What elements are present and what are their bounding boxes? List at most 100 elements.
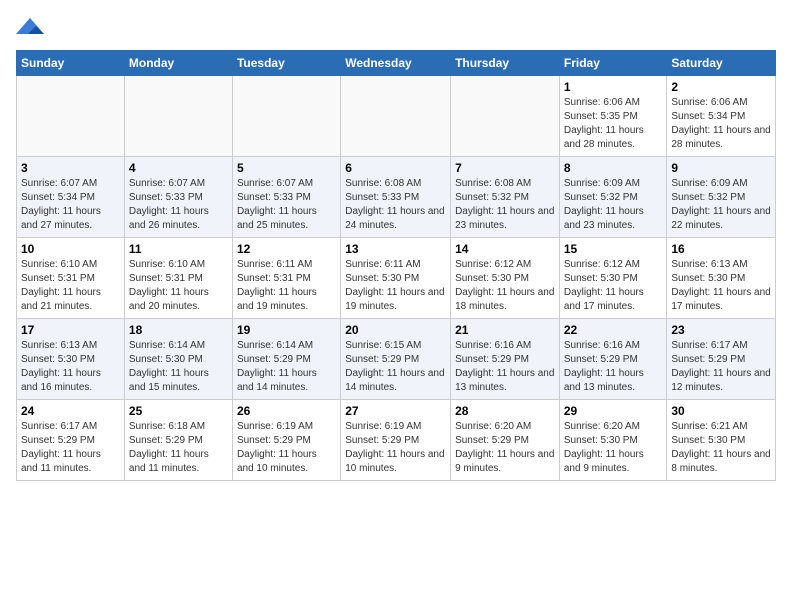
calendar-day-cell	[17, 76, 125, 157]
day-info: Sunrise: 6:09 AMSunset: 5:32 PMDaylight:…	[564, 178, 644, 231]
day-info: Sunrise: 6:19 AMSunset: 5:29 PMDaylight:…	[237, 421, 317, 474]
day-info: Sunrise: 6:17 AMSunset: 5:29 PMDaylight:…	[671, 340, 770, 393]
calendar-day-cell: 25 Sunrise: 6:18 AMSunset: 5:29 PMDayligh…	[124, 400, 232, 481]
day-number: 28	[455, 404, 555, 418]
calendar-week-row: 10 Sunrise: 6:10 AMSunset: 5:31 PMDayligh…	[17, 238, 776, 319]
calendar-day-cell: 9 Sunrise: 6:09 AMSunset: 5:32 PMDaylight…	[667, 157, 776, 238]
day-number: 27	[345, 404, 446, 418]
day-info: Sunrise: 6:09 AMSunset: 5:32 PMDaylight:…	[671, 178, 770, 231]
weekday-header-friday: Friday	[559, 51, 667, 76]
weekday-header-tuesday: Tuesday	[232, 51, 340, 76]
day-number: 24	[21, 404, 120, 418]
day-number: 3	[21, 161, 120, 175]
calendar-day-cell: 11 Sunrise: 6:10 AMSunset: 5:31 PMDayligh…	[124, 238, 232, 319]
day-info: Sunrise: 6:16 AMSunset: 5:29 PMDaylight:…	[564, 340, 644, 393]
calendar-day-cell: 22Sunrise: 6:16 AMSunset: 5:29 PMDayligh…	[559, 319, 667, 400]
day-info: Sunrise: 6:14 AMSunset: 5:29 PMDaylight:…	[237, 340, 317, 393]
calendar-day-cell	[451, 76, 560, 157]
day-info: Sunrise: 6:20 AMSunset: 5:30 PMDaylight:…	[564, 421, 644, 474]
day-number: 10	[21, 242, 120, 256]
day-info: Sunrise: 6:07 AMSunset: 5:33 PMDaylight:…	[129, 178, 209, 231]
day-number: 2	[671, 80, 771, 94]
day-info: Sunrise: 6:19 AMSunset: 5:29 PMDaylight:…	[345, 421, 444, 474]
day-info: Sunrise: 6:20 AMSunset: 5:29 PMDaylight:…	[455, 421, 554, 474]
day-info: Sunrise: 6:06 AMSunset: 5:35 PMDaylight:…	[564, 97, 644, 150]
day-number: 13	[345, 242, 446, 256]
day-info: Sunrise: 6:08 AMSunset: 5:33 PMDaylight:…	[345, 178, 444, 231]
day-number: 30	[671, 404, 771, 418]
day-number: 1	[564, 80, 663, 94]
calendar-day-cell: 3Sunrise: 6:07 AMSunset: 5:34 PMDaylight…	[17, 157, 125, 238]
day-info: Sunrise: 6:12 AMSunset: 5:30 PMDaylight:…	[564, 259, 644, 312]
calendar-day-cell: 30 Sunrise: 6:21 AMSunset: 5:30 PMDayligh…	[667, 400, 776, 481]
calendar-day-cell: 6 Sunrise: 6:08 AMSunset: 5:33 PMDaylight…	[341, 157, 451, 238]
day-number: 21	[455, 323, 555, 337]
calendar-week-row: 24Sunrise: 6:17 AMSunset: 5:29 PMDayligh…	[17, 400, 776, 481]
logo-icon	[16, 16, 44, 38]
day-number: 6	[345, 161, 446, 175]
calendar-day-cell: 8Sunrise: 6:09 AMSunset: 5:32 PMDaylight…	[559, 157, 667, 238]
day-number: 20	[345, 323, 446, 337]
calendar-day-cell: 16Sunrise: 6:13 AMSunset: 5:30 PMDayligh…	[667, 238, 776, 319]
day-number: 4	[129, 161, 228, 175]
calendar-day-cell: 10 Sunrise: 6:10 AMSunset: 5:31 PMDayligh…	[17, 238, 125, 319]
calendar-day-cell: 17 Sunrise: 6:13 AMSunset: 5:30 PMDayligh…	[17, 319, 125, 400]
calendar-day-cell: 21 Sunrise: 6:16 AMSunset: 5:29 PMDayligh…	[451, 319, 560, 400]
calendar-day-cell: 5 Sunrise: 6:07 AMSunset: 5:33 PMDaylight…	[232, 157, 340, 238]
calendar-day-cell: 12 Sunrise: 6:11 AMSunset: 5:31 PMDayligh…	[232, 238, 340, 319]
day-number: 16	[671, 242, 771, 256]
day-number: 11	[129, 242, 228, 256]
weekday-header-monday: Monday	[124, 51, 232, 76]
day-info: Sunrise: 6:11 AMSunset: 5:31 PMDaylight:…	[237, 259, 317, 312]
day-info: Sunrise: 6:08 AMSunset: 5:32 PMDaylight:…	[455, 178, 554, 231]
calendar-day-cell: 2Sunrise: 6:06 AMSunset: 5:34 PMDaylight…	[667, 76, 776, 157]
calendar-day-cell: 19Sunrise: 6:14 AMSunset: 5:29 PMDayligh…	[232, 319, 340, 400]
page-header	[16, 16, 776, 38]
calendar-day-cell: 28 Sunrise: 6:20 AMSunset: 5:29 PMDayligh…	[451, 400, 560, 481]
calendar-day-cell: 23 Sunrise: 6:17 AMSunset: 5:29 PMDayligh…	[667, 319, 776, 400]
calendar-day-cell: 24Sunrise: 6:17 AMSunset: 5:29 PMDayligh…	[17, 400, 125, 481]
day-info: Sunrise: 6:13 AMSunset: 5:30 PMDaylight:…	[21, 340, 101, 393]
day-info: Sunrise: 6:11 AMSunset: 5:30 PMDaylight:…	[345, 259, 444, 312]
logo	[16, 16, 48, 38]
calendar-day-cell: 1 Sunrise: 6:06 AMSunset: 5:35 PMDaylight…	[559, 76, 667, 157]
day-number: 5	[237, 161, 336, 175]
calendar-day-cell: 27 Sunrise: 6:19 AMSunset: 5:29 PMDayligh…	[341, 400, 451, 481]
calendar-header-row: SundayMondayTuesdayWednesdayThursdayFrid…	[17, 51, 776, 76]
calendar-week-row: 17 Sunrise: 6:13 AMSunset: 5:30 PMDayligh…	[17, 319, 776, 400]
day-info: Sunrise: 6:14 AMSunset: 5:30 PMDaylight:…	[129, 340, 209, 393]
day-info: Sunrise: 6:10 AMSunset: 5:31 PMDaylight:…	[129, 259, 209, 312]
calendar-day-cell: 18 Sunrise: 6:14 AMSunset: 5:30 PMDayligh…	[124, 319, 232, 400]
weekday-header-wednesday: Wednesday	[341, 51, 451, 76]
calendar-day-cell: 20Sunrise: 6:15 AMSunset: 5:29 PMDayligh…	[341, 319, 451, 400]
day-info: Sunrise: 6:21 AMSunset: 5:30 PMDaylight:…	[671, 421, 770, 474]
calendar-day-cell: 26 Sunrise: 6:19 AMSunset: 5:29 PMDayligh…	[232, 400, 340, 481]
weekday-header-saturday: Saturday	[667, 51, 776, 76]
calendar-day-cell: 15 Sunrise: 6:12 AMSunset: 5:30 PMDayligh…	[559, 238, 667, 319]
calendar-day-cell	[341, 76, 451, 157]
day-info: Sunrise: 6:18 AMSunset: 5:29 PMDaylight:…	[129, 421, 209, 474]
calendar-day-cell	[124, 76, 232, 157]
calendar-day-cell: 13 Sunrise: 6:11 AMSunset: 5:30 PMDayligh…	[341, 238, 451, 319]
day-number: 17	[21, 323, 120, 337]
day-number: 29	[564, 404, 663, 418]
calendar-day-cell: 4 Sunrise: 6:07 AMSunset: 5:33 PMDaylight…	[124, 157, 232, 238]
day-info: Sunrise: 6:16 AMSunset: 5:29 PMDaylight:…	[455, 340, 554, 393]
day-number: 9	[671, 161, 771, 175]
day-number: 25	[129, 404, 228, 418]
day-number: 26	[237, 404, 336, 418]
calendar-day-cell: 14Sunrise: 6:12 AMSunset: 5:30 PMDayligh…	[451, 238, 560, 319]
day-number: 7	[455, 161, 555, 175]
day-number: 18	[129, 323, 228, 337]
calendar-day-cell	[232, 76, 340, 157]
day-number: 12	[237, 242, 336, 256]
day-number: 23	[671, 323, 771, 337]
calendar-week-row: 1 Sunrise: 6:06 AMSunset: 5:35 PMDaylight…	[17, 76, 776, 157]
day-number: 14	[455, 242, 555, 256]
weekday-header-sunday: Sunday	[17, 51, 125, 76]
day-number: 15	[564, 242, 663, 256]
day-info: Sunrise: 6:07 AMSunset: 5:33 PMDaylight:…	[237, 178, 317, 231]
calendar-table: SundayMondayTuesdayWednesdayThursdayFrid…	[16, 50, 776, 481]
day-info: Sunrise: 6:10 AMSunset: 5:31 PMDaylight:…	[21, 259, 101, 312]
calendar-day-cell: 29 Sunrise: 6:20 AMSunset: 5:30 PMDayligh…	[559, 400, 667, 481]
